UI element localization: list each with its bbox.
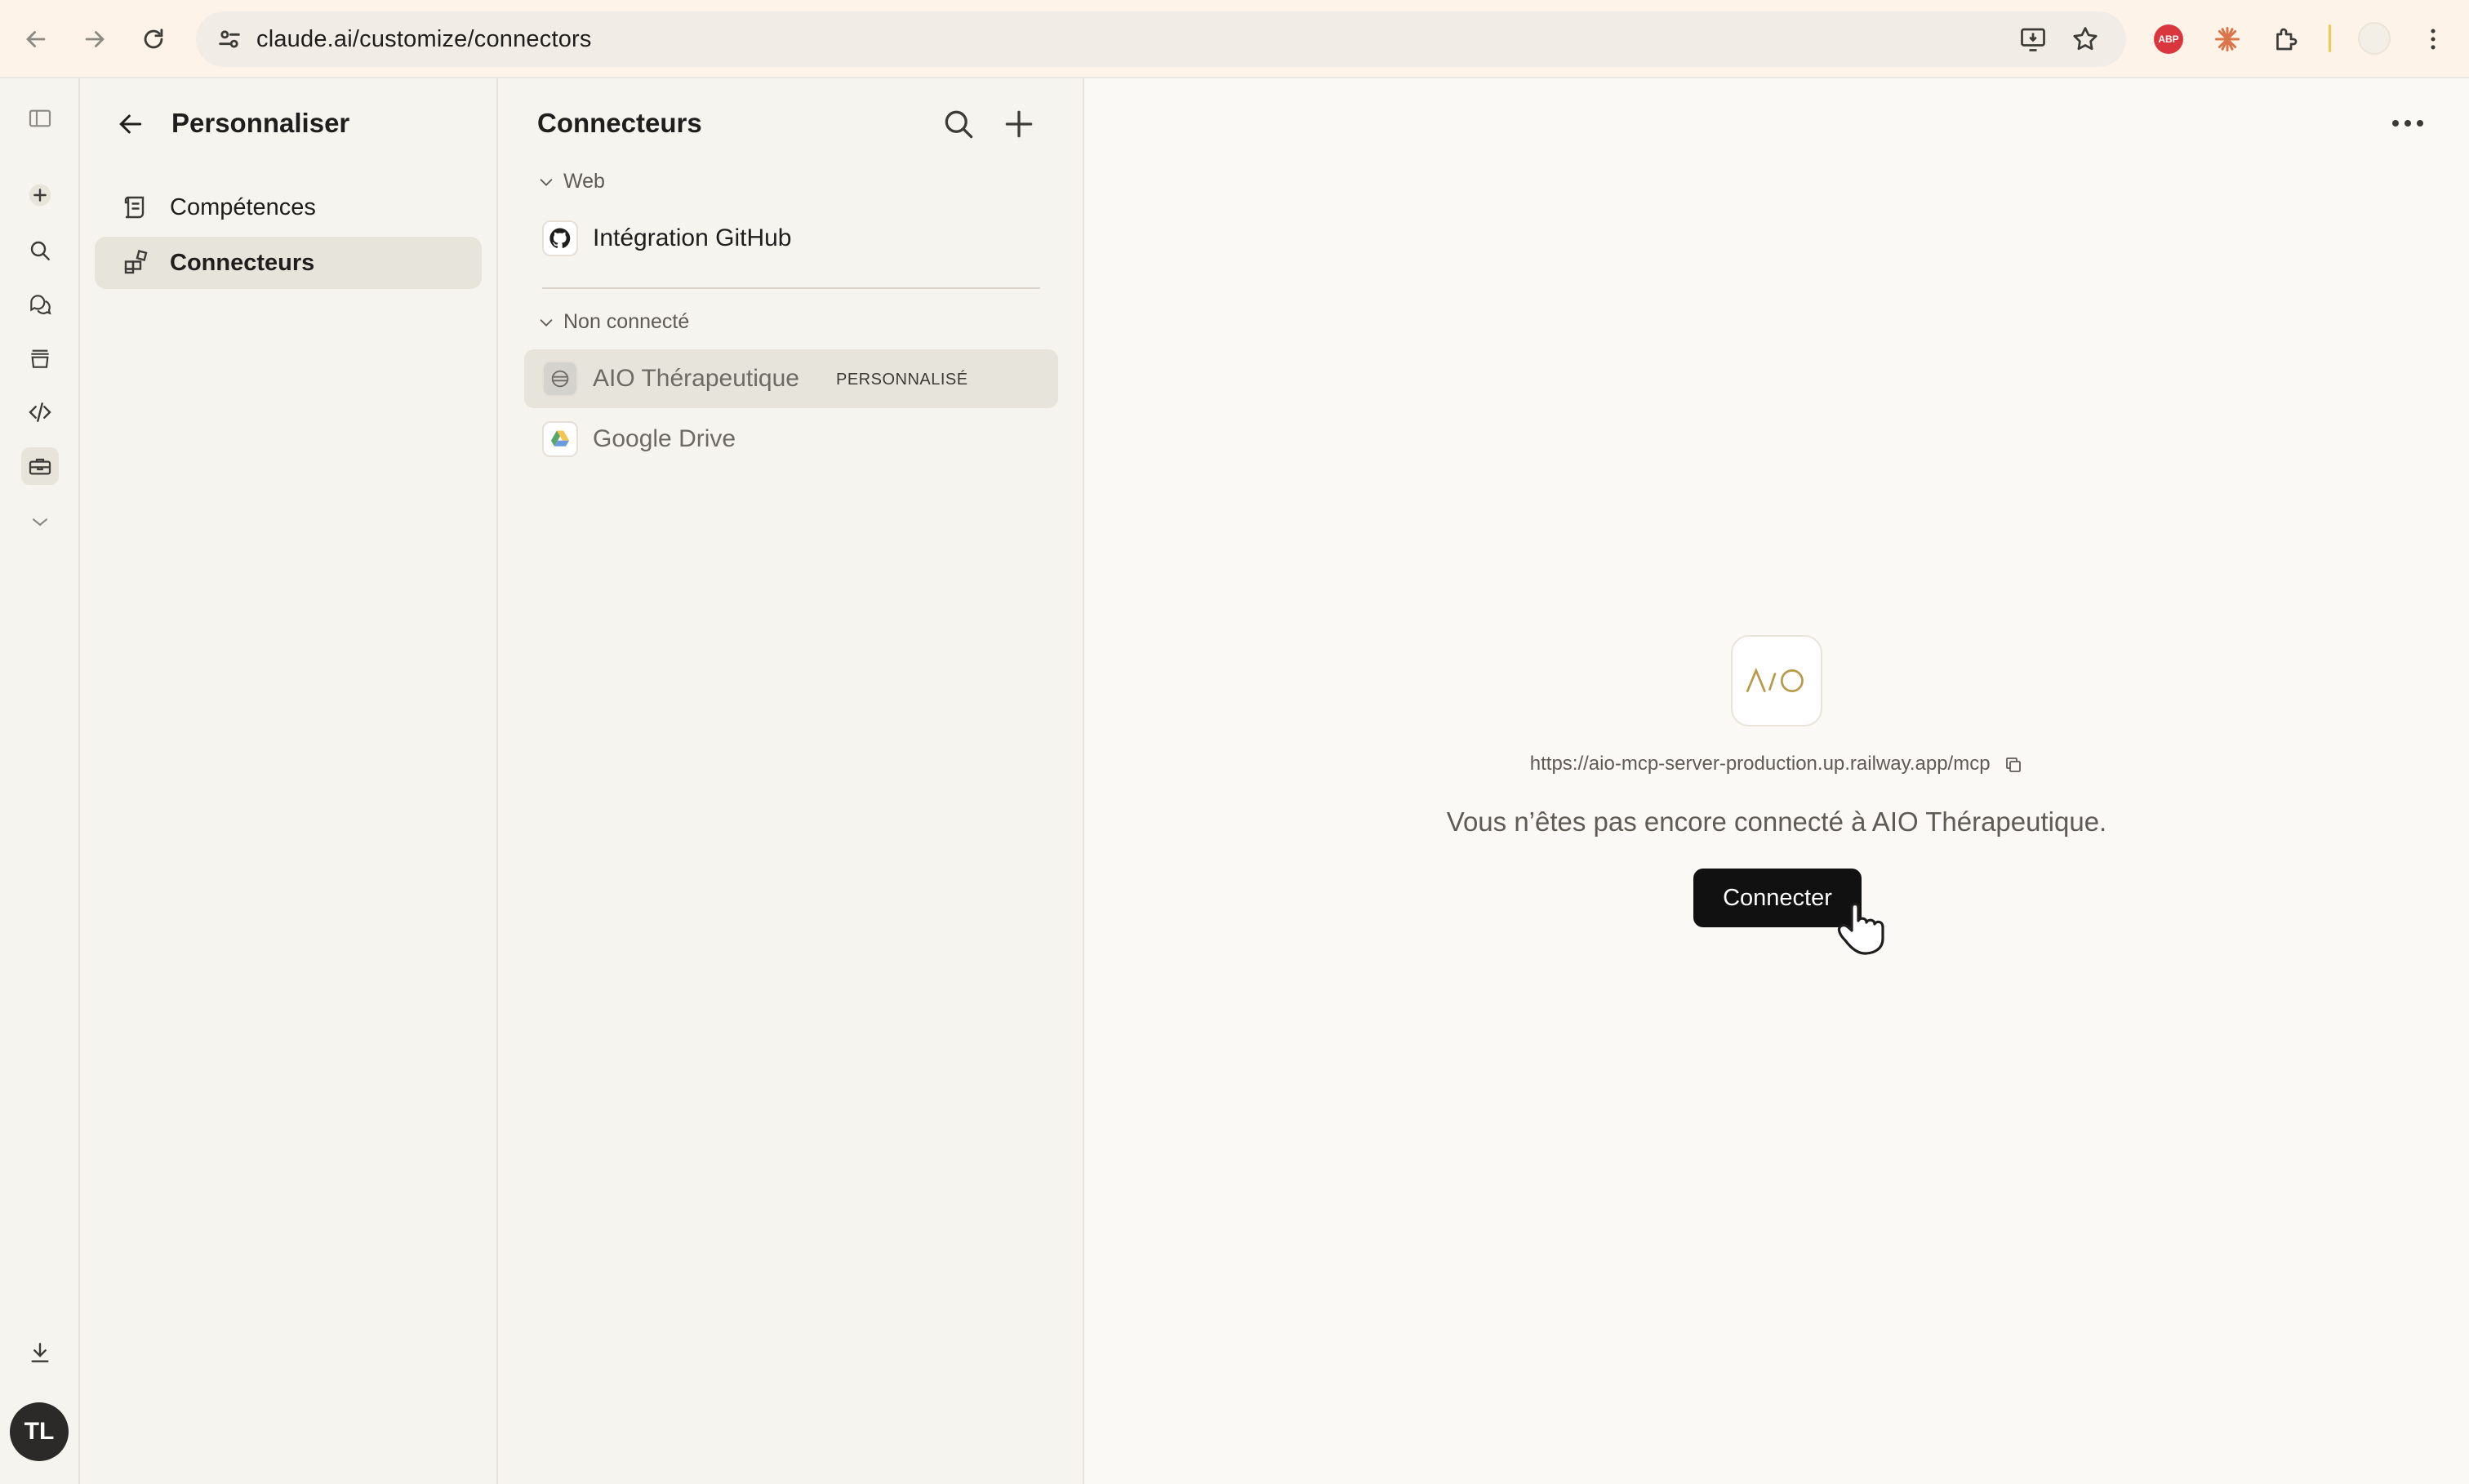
add-connector-icon[interactable]	[1001, 106, 1037, 142]
browser-profile-icon[interactable]	[2358, 22, 2391, 55]
url-text[interactable]: claude.ai/customize/connectors	[256, 26, 592, 53]
connector-detail-pane: https://aio-mcp-server-production.up.rai…	[1084, 78, 2469, 1484]
group-web[interactable]: Web	[537, 170, 605, 193]
puzzle-extensions-icon[interactable]	[2268, 21, 2304, 57]
search-icon[interactable]	[21, 232, 59, 269]
sidebar-toggle-icon[interactable]	[21, 100, 59, 137]
chevron-down-icon	[540, 178, 553, 186]
back-arrow-icon[interactable]	[15, 18, 57, 60]
menu-item-competences[interactable]: Compétences	[95, 181, 482, 233]
customize-panel: Personnaliser Compétences Connecteurs	[80, 78, 498, 1484]
endpoint-url: https://aio-mcp-server-production.up.rai…	[1084, 753, 2469, 775]
connector-google-drive[interactable]: Google Drive	[524, 410, 1058, 469]
chevron-down-icon[interactable]	[21, 503, 59, 540]
more-options-icon[interactable]	[2387, 111, 2428, 136]
group-non-connecte[interactable]: Non connecté	[537, 310, 689, 334]
github-icon	[542, 220, 578, 256]
chevron-down-icon	[540, 318, 553, 327]
new-chat-icon[interactable]	[21, 176, 59, 214]
panel-title: Personnaliser	[171, 108, 350, 138]
menu-item-connecteurs[interactable]: Connecteurs	[95, 237, 482, 289]
custom-badge: PERSONNALISÉ	[836, 371, 968, 389]
address-bar[interactable]: claude.ai/customize/connectors	[196, 11, 2126, 67]
user-avatar[interactable]: TL	[10, 1402, 69, 1461]
aio-logo	[1731, 635, 1822, 726]
toolbar-divider	[2329, 24, 2331, 52]
connector-github[interactable]: Intégration GitHub	[524, 209, 1058, 268]
claude-extension-icon[interactable]	[2209, 21, 2245, 57]
site-settings-icon[interactable]	[216, 25, 243, 53]
search-icon[interactable]	[941, 106, 976, 142]
browser-menu-icon[interactable]	[2415, 21, 2451, 57]
connectors-panel: Connecteurs Web Intégration GitHub Non c…	[498, 78, 1084, 1484]
copy-icon[interactable]	[2004, 755, 2023, 775]
connector-aio-therapeutique[interactable]: AIO Thérapeutique PERSONNALISÉ	[524, 349, 1058, 408]
chats-icon[interactable]	[21, 286, 59, 323]
not-connected-message: Vous n’êtes pas encore connecté à AIO Th…	[1446, 806, 2107, 837]
hand-pointer-cursor-icon	[1837, 902, 1884, 955]
forward-arrow-icon[interactable]	[73, 18, 116, 60]
connectors-grid-icon	[124, 250, 148, 274]
app-rail: TL	[0, 78, 80, 1484]
tools-icon[interactable]	[21, 447, 59, 485]
bookmark-star-icon[interactable]	[2071, 24, 2100, 54]
reload-icon[interactable]	[132, 18, 175, 60]
abp-extension-icon[interactable]: ABP	[2151, 21, 2187, 57]
download-icon[interactable]	[21, 1334, 59, 1371]
section-divider	[542, 287, 1040, 289]
code-icon[interactable]	[21, 393, 59, 431]
projects-icon[interactable]	[21, 340, 59, 377]
panel-title: Connecteurs	[537, 108, 702, 138]
aio-icon	[542, 361, 578, 397]
skills-scroll-icon	[124, 196, 145, 219]
google-drive-icon	[542, 421, 578, 457]
install-app-icon[interactable]	[2018, 24, 2048, 54]
back-arrow-icon[interactable]	[114, 108, 147, 140]
browser-toolbar: claude.ai/customize/connectors ABP	[0, 0, 2469, 78]
